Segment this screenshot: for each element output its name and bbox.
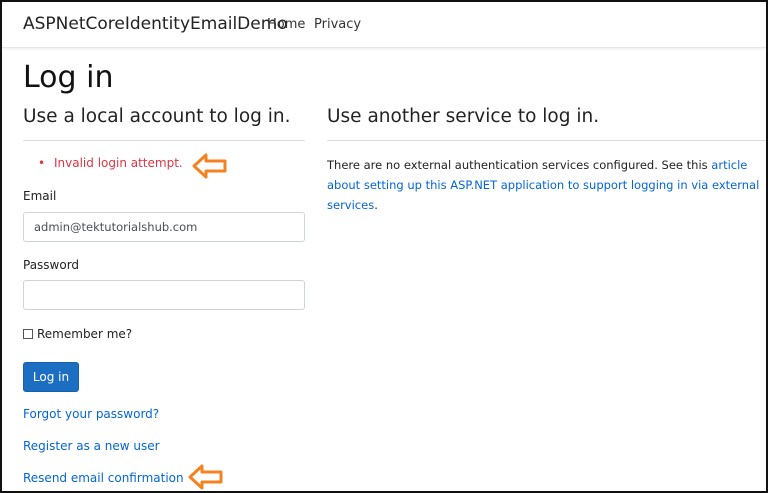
login-button[interactable]: Log in <box>23 362 79 392</box>
left-arrow-icon <box>192 153 227 179</box>
divider-left <box>23 140 305 141</box>
password-input[interactable] <box>23 280 305 310</box>
email-input[interactable] <box>23 212 305 242</box>
validation-error-message: Invalid login attempt. <box>54 156 183 170</box>
nav-link-home[interactable]: Home <box>267 17 305 32</box>
nav-link-privacy[interactable]: Privacy <box>314 17 361 32</box>
external-services-message: There are no external authentication ser… <box>327 155 766 215</box>
navbar-brand[interactable]: ASPNetCoreIdentityEmailDemo <box>23 14 288 34</box>
password-label: Password <box>23 258 80 272</box>
resend-confirmation-link[interactable]: Resend email confirmation <box>23 471 184 485</box>
email-label: Email <box>23 189 57 203</box>
browser-frame: ASPNetCoreIdentityEmailDemo Home Privacy… <box>0 0 768 493</box>
external-service-heading: Use another service to log in. <box>327 106 600 127</box>
page-title: Log in <box>23 60 114 95</box>
forgot-password-link[interactable]: Forgot your password? <box>23 407 159 421</box>
local-account-heading: Use a local account to log in. <box>23 106 291 127</box>
navbar: ASPNetCoreIdentityEmailDemo Home Privacy <box>2 2 766 48</box>
external-services-suffix: . <box>374 198 378 212</box>
external-services-text: There are no external authentication ser… <box>327 158 712 172</box>
remember-me-checkbox[interactable] <box>23 329 33 339</box>
remember-me[interactable]: Remember me? <box>23 327 132 341</box>
remember-me-label[interactable]: Remember me? <box>37 327 132 341</box>
left-arrow-icon <box>188 464 223 490</box>
divider-right <box>327 140 766 141</box>
register-link[interactable]: Register as a new user <box>23 439 160 453</box>
error-bullet: • <box>38 156 46 170</box>
